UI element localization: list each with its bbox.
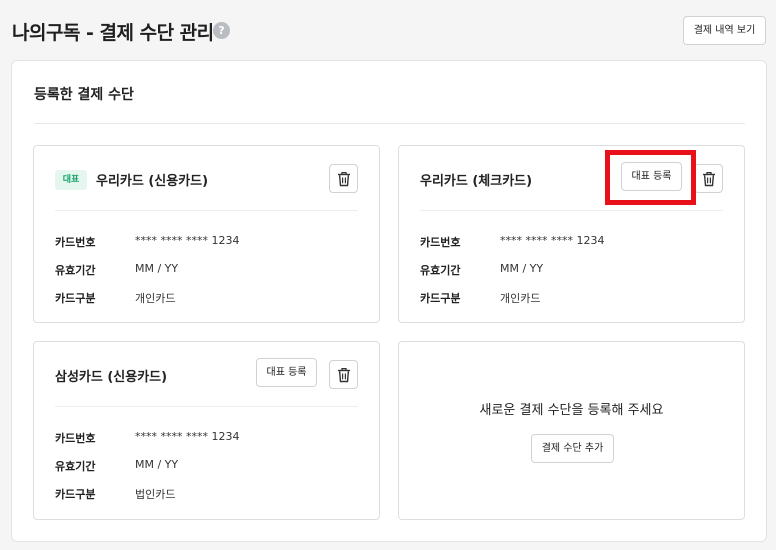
expiry-value: MM / YY xyxy=(135,458,179,471)
card-type-value: 개인카드 xyxy=(135,292,176,305)
card-divider xyxy=(55,406,358,407)
card-type-label: 카드구분 xyxy=(55,292,96,305)
add-payment-card: 새로운 결제 수단을 등록해 주세요 결제 수단 추가 xyxy=(398,341,745,520)
set-default-button[interactable]: 대표 등록 xyxy=(256,358,317,387)
expiry-value: MM / YY xyxy=(135,262,179,275)
section-divider xyxy=(34,123,745,124)
page-title: 나의구독 - 결제 수단 관리 xyxy=(12,22,214,44)
expiry-label: 유효기간 xyxy=(420,264,461,277)
delete-card-button[interactable] xyxy=(329,360,358,389)
add-payment-method-button[interactable]: 결제 수단 추가 xyxy=(531,434,614,463)
card-name: 우리카드 (신용카드) xyxy=(96,174,209,189)
expiry-value: MM / YY xyxy=(500,262,544,275)
card-number-label: 카드번호 xyxy=(55,432,96,445)
expiry-label: 유효기간 xyxy=(55,460,96,473)
card-type-value: 법인카드 xyxy=(135,488,176,501)
card-type-label: 카드구분 xyxy=(420,292,461,305)
payment-history-button[interactable]: 결제 내역 보기 xyxy=(683,16,766,45)
payment-card-samsung-credit: 삼성카드 (신용카드) 대표 등록 카드번호 **** **** **** 12… xyxy=(33,341,380,520)
delete-card-button[interactable] xyxy=(329,164,358,193)
help-icon[interactable]: ? xyxy=(213,22,230,39)
payment-card-woori-credit: 대표 우리카드 (신용카드) 카드번호 **** **** **** 1234 … xyxy=(33,145,380,323)
section-title: 등록한 결제 수단 xyxy=(34,87,134,103)
expiry-label: 유효기간 xyxy=(55,264,96,277)
card-number-label: 카드번호 xyxy=(55,236,96,249)
card-number-value: **** **** **** 1234 xyxy=(500,234,605,247)
add-payment-message: 새로운 결제 수단을 등록해 주세요 xyxy=(479,403,664,418)
card-divider xyxy=(55,210,358,211)
page-header: 나의구독 - 결제 수단 관리 ? 결제 내역 보기 xyxy=(0,0,776,60)
card-name: 삼성카드 (신용카드) xyxy=(55,370,168,385)
trash-icon xyxy=(703,171,715,187)
payment-card-woori-check: 우리카드 (체크카드) 대표 등록 카드번호 **** **** **** 12… xyxy=(398,145,745,323)
card-number-label: 카드번호 xyxy=(420,236,461,249)
set-default-button[interactable]: 대표 등록 xyxy=(621,162,682,191)
card-type-label: 카드구분 xyxy=(55,488,96,501)
default-badge: 대표 xyxy=(55,170,87,190)
card-type-value: 개인카드 xyxy=(500,292,541,305)
card-divider xyxy=(420,210,723,211)
delete-card-button[interactable] xyxy=(694,164,723,193)
card-name: 우리카드 (체크카드) xyxy=(420,174,533,189)
card-number-value: **** **** **** 1234 xyxy=(135,234,240,247)
trash-icon xyxy=(338,171,350,187)
trash-icon xyxy=(338,367,350,383)
card-number-value: **** **** **** 1234 xyxy=(135,430,240,443)
